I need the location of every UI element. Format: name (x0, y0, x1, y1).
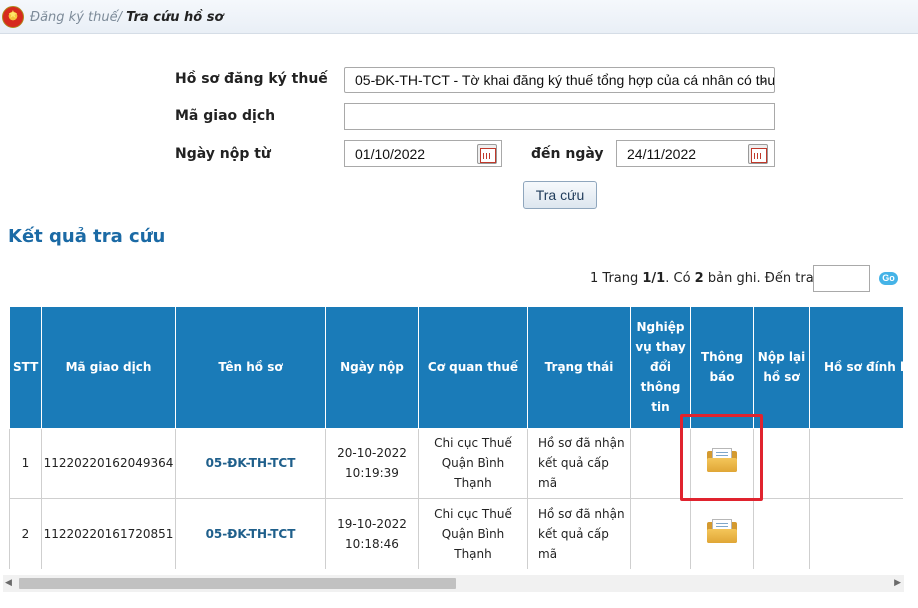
cell-ma-giao-dich: 11220220162049364 (41, 427, 176, 499)
col-header-ten-ho-so: Tên hồ sơ (175, 307, 326, 429)
scroll-right-icon[interactable]: ▶ (894, 578, 901, 588)
cell-stt: 2 (9, 497, 42, 569)
ngay-nop-tu-value: 01/10/2022 (355, 146, 426, 162)
calendar-icon[interactable] (748, 144, 768, 164)
scroll-left-icon[interactable]: ◀ (5, 578, 12, 588)
breadcrumb-current: Tra cứu hồ sơ (126, 10, 224, 25)
col-header-dinh-kem: Hồ sơ đính kèm (809, 307, 903, 429)
scrollbar-thumb[interactable] (19, 578, 456, 589)
col-header-co-quan-thue: Cơ quan thuế (418, 307, 528, 429)
col-header-nghiep-vu: Nghiệp vụ thay đổi thông tin (630, 307, 691, 429)
cell-dinh-kem (809, 497, 903, 569)
pager-trang-value: 1/1 (642, 271, 666, 286)
cell-trang-thai: Hồ sơ đã nhận kết quả cấp mã (527, 497, 631, 569)
cell-trang-thai: Hồ sơ đã nhận kết quả cấp mã (527, 427, 631, 499)
den-ngay-label: đến ngày (531, 146, 604, 162)
cell-stt: 1 (9, 427, 42, 499)
results-heading: Kết quả tra cứu (8, 226, 166, 247)
den-ngay-input[interactable]: 24/11/2022 (616, 140, 775, 167)
pager-trang-prefix: Trang (602, 271, 643, 286)
chevron-down-icon: ⌄ (757, 72, 768, 86)
record-count: 2 (694, 271, 704, 286)
col-header-ngay-nop: Ngày nộp (325, 307, 419, 429)
cell-ngay-nop: 19-10-2022 10:18:46 (325, 497, 419, 569)
ngay-nop-time: 10:19:39 (345, 466, 399, 480)
pager-info: 1 Trang 1/1. Có 2 bản ghi. Đến trang (590, 271, 830, 286)
horizontal-scrollbar[interactable]: ◀ ▶ (3, 575, 904, 592)
col-header-trang-thai: Trạng thái (527, 307, 631, 429)
pager-suffix: bản ghi. Đến trang (703, 271, 831, 286)
ho-so-selected-value: 05-ĐK-TH-TCT - Tờ khai đăng ký thuế tổng… (355, 72, 775, 88)
ngay-nop-tu-input[interactable]: 01/10/2022 (344, 140, 502, 167)
ngay-nop-time: 10:18:46 (345, 536, 399, 551)
pager-page[interactable]: 1 (590, 271, 598, 286)
cell-ngay-nop: 20-10-2022 10:19:39 (325, 427, 419, 499)
highlight-box (680, 414, 763, 501)
col-header-stt: STT (9, 307, 42, 429)
go-button[interactable]: Go (879, 272, 898, 285)
national-emblem-icon (2, 6, 24, 28)
den-ngay-value: 24/11/2022 (627, 146, 697, 162)
col-header-thong-bao: Thông báo (690, 307, 754, 429)
breadcrumb-parent-link[interactable]: Đăng ký thuế/ (30, 10, 122, 25)
ma-giao-dich-label: Mã giao dịch (175, 108, 276, 124)
folder-document-icon[interactable] (707, 518, 737, 543)
cell-thong-bao (690, 497, 754, 569)
ma-giao-dich-input[interactable] (344, 103, 775, 130)
breadcrumb-bar: Đăng ký thuế/ Tra cứu hồ sơ (0, 0, 918, 34)
calendar-icon[interactable] (477, 144, 497, 164)
results-table: STT Mã giao dịch Tên hồ sơ Ngày nộp Cơ q… (9, 307, 903, 569)
pager-co-prefix: . Có (665, 271, 695, 286)
goto-page-input[interactable] (813, 265, 870, 292)
ten-ho-so-link[interactable]: 05-ĐK-TH-TCT (175, 427, 326, 499)
table-row: 1 11220220162049364 05-ĐK-TH-TCT 20-10-2… (9, 427, 903, 499)
breadcrumb: Đăng ký thuế/ Tra cứu hồ sơ (30, 10, 223, 25)
cell-nop-lai (753, 497, 810, 569)
col-header-nop-lai: Nộp lại hồ sơ (753, 307, 810, 429)
cell-ma-giao-dich: 11220220161720851 (41, 497, 176, 569)
ngay-nop-date: 20-10-2022 (337, 446, 407, 460)
cell-co-quan-thue: Chi cục Thuế Quận Bình Thạnh (418, 497, 528, 569)
table-header-row: STT Mã giao dịch Tên hồ sơ Ngày nộp Cơ q… (9, 307, 903, 429)
cell-co-quan-thue: Chi cục Thuế Quận Bình Thạnh (418, 427, 528, 499)
table-row: 2 11220220161720851 05-ĐK-TH-TCT 19-10-2… (9, 497, 903, 569)
ngay-nop-date: 19-10-2022 (337, 516, 407, 531)
ten-ho-so-link[interactable]: 05-ĐK-TH-TCT (175, 497, 326, 569)
ho-so-select[interactable]: 05-ĐK-TH-TCT - Tờ khai đăng ký thuế tổng… (344, 67, 775, 93)
cell-nghiep-vu (630, 497, 691, 569)
search-button[interactable]: Tra cứu (523, 181, 597, 209)
ho-so-label: Hồ sơ đăng ký thuế (175, 71, 328, 87)
ngay-nop-tu-label: Ngày nộp từ (175, 146, 271, 162)
cell-dinh-kem (809, 427, 903, 499)
col-header-ma-giao-dich: Mã giao dịch (41, 307, 176, 429)
